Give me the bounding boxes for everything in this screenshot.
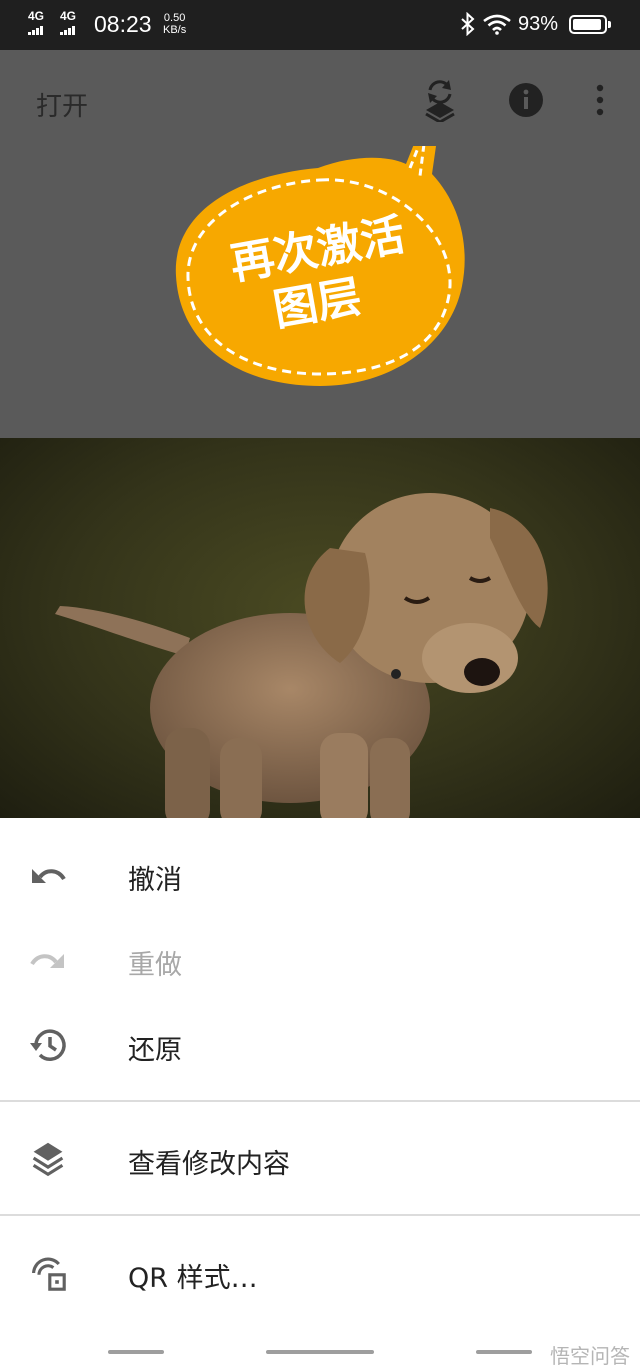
open-button[interactable]: 打开 xyxy=(36,86,88,123)
menu-item-undo[interactable]: 撤消 xyxy=(0,832,640,918)
info-icon[interactable] xyxy=(508,82,544,118)
menu-item-label: 重做 xyxy=(128,950,182,981)
callout-bubble: 再次激活 图层 xyxy=(175,146,465,386)
menu-item-label: 还原 xyxy=(128,1035,182,1066)
menu-item-revert[interactable]: 还原 xyxy=(0,1002,640,1088)
top-toolbar: 打开 再次激活 图层 xyxy=(0,50,640,440)
redo-icon xyxy=(30,954,64,968)
watermark: 悟空问答 xyxy=(550,1344,630,1368)
puppy-image xyxy=(55,493,548,818)
battery-icon xyxy=(569,15,611,34)
history-icon xyxy=(30,1029,66,1061)
signal-indicator-1: 4G xyxy=(28,10,44,35)
network-speed: 0.50 KB/s xyxy=(163,12,186,36)
menu-item-redo[interactable]: 重做 xyxy=(0,917,640,1003)
layers-swap-icon[interactable] xyxy=(420,78,460,122)
undo-icon xyxy=(32,869,66,883)
navigation-bar xyxy=(0,1340,640,1372)
edited-photo xyxy=(0,438,640,818)
status-bar: 4G 4G 08:23 0.50 KB/s 93% xyxy=(0,0,640,50)
layers-icon xyxy=(32,1142,64,1177)
battery-percentage: 93% xyxy=(518,13,559,35)
menu-item-label: 查看修改内容 xyxy=(128,1149,290,1180)
network-speed-unit: KB/s xyxy=(163,24,187,36)
menu-item-label: 撤消 xyxy=(128,865,182,896)
menu-divider xyxy=(0,1100,640,1102)
menu-item-label: QR 样式… xyxy=(128,1263,258,1294)
network-type-label: 4G xyxy=(28,9,45,23)
more-vert-icon[interactable] xyxy=(594,84,606,116)
nav-back-pill[interactable] xyxy=(108,1350,164,1354)
bluetooth-icon xyxy=(461,12,475,36)
menu-item-qr-style[interactable]: QR 样式… xyxy=(0,1230,640,1316)
wifi-icon xyxy=(483,14,511,35)
signal-bars-icon xyxy=(28,23,44,35)
qr-style-icon xyxy=(32,1257,66,1291)
clock: 08:23 xyxy=(94,11,152,37)
nav-home-pill[interactable] xyxy=(266,1350,374,1354)
network-type-label: 4G xyxy=(60,9,77,23)
signal-indicator-2: 4G xyxy=(60,10,76,35)
menu-divider xyxy=(0,1214,640,1216)
network-speed-value: 0.50 xyxy=(163,12,186,24)
nav-recents-pill[interactable] xyxy=(476,1350,532,1354)
menu-item-view-edits[interactable]: 查看修改内容 xyxy=(0,1116,640,1202)
signal-bars-icon xyxy=(60,23,76,35)
bottom-sheet-menu: 撤消 重做 还原 查看修改内容 QR 样式… xyxy=(0,818,640,1372)
